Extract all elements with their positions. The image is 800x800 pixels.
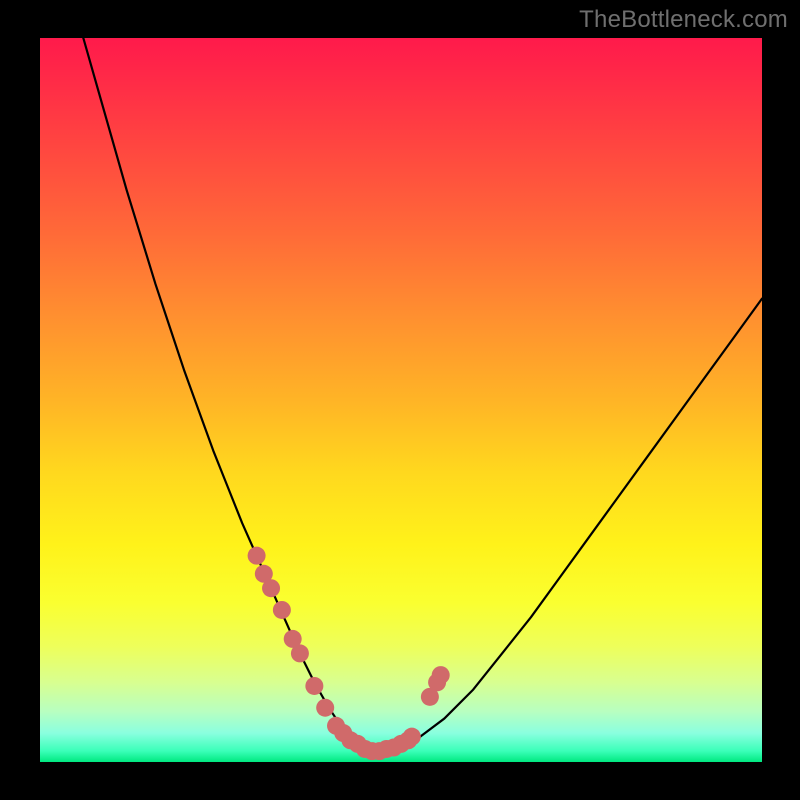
marker-dot — [316, 699, 334, 717]
marker-dot — [273, 601, 291, 619]
chart-svg — [40, 38, 762, 762]
chart-frame: TheBottleneck.com — [0, 0, 800, 800]
marker-dot — [403, 728, 421, 746]
marker-dot — [262, 579, 280, 597]
marker-dot — [291, 644, 309, 662]
bottleneck-curve — [83, 38, 762, 751]
watermark-text: TheBottleneck.com — [579, 6, 788, 34]
marker-dot — [432, 666, 450, 684]
plot-area — [40, 38, 762, 762]
curve-markers — [248, 547, 450, 760]
marker-dot — [248, 547, 266, 565]
marker-dot — [305, 677, 323, 695]
